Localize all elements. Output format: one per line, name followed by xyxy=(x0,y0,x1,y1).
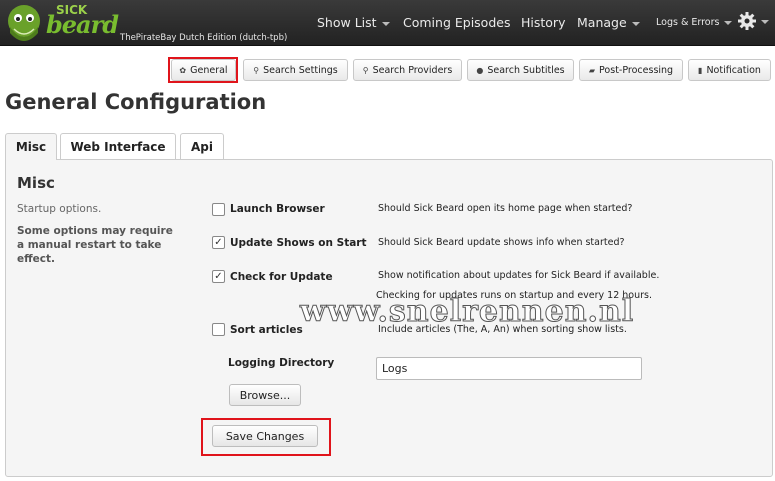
logging-directory-label: Logging Directory xyxy=(228,357,335,369)
launch-browser-label: Launch Browser xyxy=(230,203,325,215)
launch-browser-desc: Should Sick Beard open its home page whe… xyxy=(378,203,633,214)
top-navbar: SICK beard ThePirateBay Dutch Edition (d… xyxy=(0,0,775,46)
sickbeard-logo-icon[interactable] xyxy=(2,1,46,45)
edition-label: ThePirateBay Dutch Edition (dutch-tpb) xyxy=(120,33,288,43)
tab-api[interactable]: Api xyxy=(180,133,224,159)
section-subtitle: Startup options. xyxy=(17,203,102,215)
config-nav-search-subtitles[interactable]: ● Search Subtitles xyxy=(467,59,574,81)
config-nav-post-processing[interactable]: ▰ Post-Processing xyxy=(579,59,683,81)
nav-show-list[interactable]: Show List xyxy=(317,15,390,30)
highlight-box-save xyxy=(201,418,331,456)
folder-icon: ▰ xyxy=(588,65,596,75)
watermark: www.snelrennen.nl xyxy=(299,294,635,330)
logo-text-large: beard xyxy=(46,10,119,39)
nav-manage[interactable]: Manage xyxy=(577,15,640,30)
page-title: General Configuration xyxy=(5,90,267,114)
section-title: Misc xyxy=(17,174,55,192)
chevron-down-icon[interactable] xyxy=(761,20,769,24)
subtitle-icon: ● xyxy=(476,65,484,75)
check-update-label: Check for Update xyxy=(230,271,333,283)
tab-misc[interactable]: Misc xyxy=(5,133,57,160)
launch-browser-checkbox[interactable] xyxy=(212,203,225,216)
restart-note: Some options may require a manual restar… xyxy=(17,225,173,265)
config-nav-search-providers[interactable]: ⚲ Search Providers xyxy=(353,59,462,81)
notification-icon: ▮ xyxy=(698,65,703,75)
config-nav-search-settings[interactable]: ⚲ Search Settings xyxy=(243,59,348,81)
chevron-down-icon xyxy=(381,21,390,26)
sort-articles-label: Sort articles xyxy=(230,324,303,336)
nav-logs-errors[interactable]: Logs & Errors xyxy=(656,17,733,28)
logging-directory-input[interactable] xyxy=(376,357,642,380)
chevron-down-icon xyxy=(724,20,733,25)
update-shows-checkbox[interactable]: ✓ xyxy=(212,236,225,249)
chevron-down-icon xyxy=(631,21,640,26)
sort-articles-checkbox[interactable] xyxy=(212,323,225,336)
config-nav-notification[interactable]: ▮ Notification xyxy=(688,59,771,81)
update-shows-label: Update Shows on Start xyxy=(230,237,367,249)
search-icon: ⚲ xyxy=(362,65,369,75)
search-icon: ⚲ xyxy=(253,65,260,75)
update-shows-desc: Should Sick Beard update shows info when… xyxy=(378,237,625,248)
tab-web-interface[interactable]: Web Interface xyxy=(60,133,176,159)
check-update-checkbox[interactable]: ✓ xyxy=(212,270,225,283)
nav-history[interactable]: History xyxy=(521,15,565,30)
check-update-desc: Show notification about updates for Sick… xyxy=(378,270,660,281)
browse-button[interactable]: Browse... xyxy=(229,384,301,406)
nav-coming-episodes[interactable]: Coming Episodes xyxy=(403,15,510,30)
gear-icon[interactable] xyxy=(737,11,757,31)
highlight-box-general xyxy=(168,57,238,83)
